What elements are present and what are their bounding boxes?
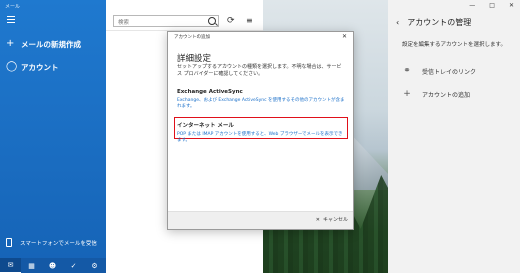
accounts-label: アカウント xyxy=(21,62,59,72)
option-name: Exchange ActiveSync xyxy=(177,89,243,95)
cancel-x-icon: ✕ xyxy=(315,216,320,223)
dialog-titlebar: アカウントの追加 ✕ xyxy=(168,32,353,42)
get-mail-on-phone-link[interactable]: スマートフォンでメールを受信 xyxy=(6,238,97,247)
option-description: POP または IMAP アカウントを使用すると、Web ブラウザーでメールを表… xyxy=(177,132,343,143)
phone-icon xyxy=(6,238,12,247)
link-icon: ⚭ xyxy=(403,66,411,76)
settings-gear-icon[interactable]: ⚙ xyxy=(84,258,105,273)
manage-accounts-header: ‹ アカウントの管理 xyxy=(396,17,471,28)
manage-accounts-panel: — □ ✕ ‹ アカウントの管理 設定を編集するアカウントを選択します。 ⚭ 受… xyxy=(388,0,520,273)
minimize-icon[interactable]: — xyxy=(469,2,475,9)
filter-icon[interactable]: ≡ xyxy=(246,16,253,25)
dialog-heading: 詳細設定 xyxy=(177,54,212,64)
cancel-button[interactable]: ✕ キャンセル xyxy=(315,216,348,224)
mail-icon[interactable]: ✉ xyxy=(0,258,21,273)
compose-label: メールの新規作成 xyxy=(21,39,81,49)
link-inboxes-label: 受信トレイのリンク xyxy=(422,68,477,76)
person-icon: ◯ xyxy=(6,61,18,72)
search-input[interactable]: 検索 xyxy=(113,15,219,27)
option-description: Exchange、および Exchange ActiveSync を使用するその… xyxy=(177,98,345,109)
plus-icon: + xyxy=(6,38,15,49)
dialog-footer: ✕ キャンセル xyxy=(168,211,353,229)
dialog-title: アカウントの追加 xyxy=(174,35,210,40)
search-icon[interactable] xyxy=(208,17,216,25)
add-account-button[interactable]: + アカウントの追加 xyxy=(402,89,470,99)
option-name: インターネット メール xyxy=(177,123,234,129)
option-internet-mail[interactable]: インターネット メール POP または IMAP アカウントを使用すると、Web… xyxy=(177,121,345,143)
dialog-close-icon[interactable]: ✕ xyxy=(342,33,347,40)
add-account-label: アカウントの追加 xyxy=(422,91,471,99)
maximize-icon[interactable]: □ xyxy=(489,2,495,9)
add-account-dialog: アカウントの追加 ✕ 詳細設定 セットアップするアカウントの種類を選択します。不… xyxy=(167,31,354,230)
cancel-label: キャンセル xyxy=(322,217,348,223)
window-controls: — □ ✕ xyxy=(469,2,514,9)
manage-accounts-title: アカウントの管理 xyxy=(407,18,472,27)
manage-accounts-description: 設定を編集するアカウントを選択します。 xyxy=(402,42,506,48)
back-chevron-icon[interactable]: ‹ xyxy=(396,18,399,27)
hamburger-menu-icon[interactable] xyxy=(7,16,15,24)
people-icon[interactable]: ☻ xyxy=(42,258,63,273)
app-title: メール xyxy=(5,4,21,10)
app-switcher-bar: ✉ ▦ ☻ ✓ ⚙ xyxy=(0,258,106,273)
link-inboxes-button[interactable]: ⚭ 受信トレイのリンク xyxy=(402,66,476,76)
calendar-icon[interactable]: ▦ xyxy=(21,258,42,273)
compose-mail-button[interactable]: + メールの新規作成 xyxy=(6,38,81,50)
search-placeholder: 検索 xyxy=(118,20,130,26)
sms-label: スマートフォンでメールを受信 xyxy=(20,240,97,247)
plus-icon: + xyxy=(403,89,411,99)
navigation-pane: メール + メールの新規作成 ◯ アカウント スマートフォンでメールを受信 ✉ … xyxy=(0,0,106,273)
option-exchange-activesync[interactable]: Exchange ActiveSync Exchange、および Exchang… xyxy=(177,89,345,109)
sync-icon[interactable]: ⟳ xyxy=(227,16,235,26)
dialog-description: セットアップするアカウントの種類を選択します。不明な場合は、サービス プロバイダ… xyxy=(177,64,342,77)
todo-icon[interactable]: ✓ xyxy=(63,258,84,273)
close-window-icon[interactable]: ✕ xyxy=(509,2,514,9)
accounts-button[interactable]: ◯ アカウント xyxy=(6,61,59,73)
